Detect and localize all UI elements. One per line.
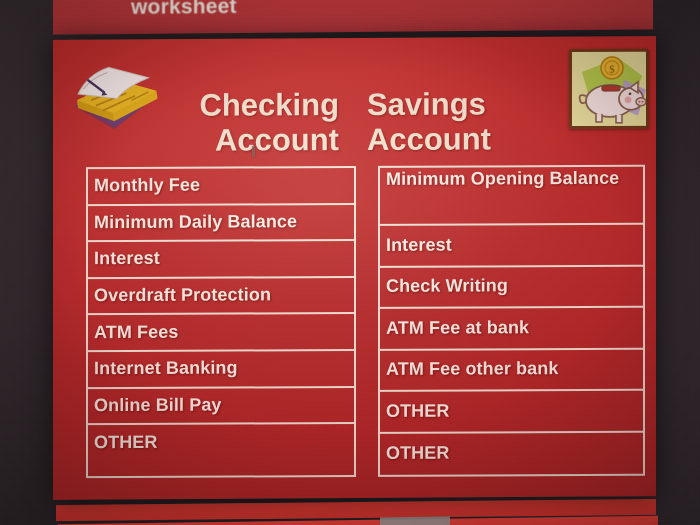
mouse-cursor: [252, 146, 255, 157]
account-titles: Checking Account Savings Account: [53, 86, 656, 159]
table-row: Overdraft Protection: [88, 277, 354, 316]
table-row: Online Bill Pay: [88, 387, 354, 426]
checking-account-title: Checking Account: [53, 87, 353, 159]
savings-title-line1: Savings: [367, 86, 486, 122]
projected-slide-photo: worksheet $ Checking Account Savings Acc…: [0, 0, 700, 525]
table-row: OTHER: [385, 442, 450, 463]
table-row: Interest: [379, 224, 643, 268]
svg-text:$: $: [609, 64, 615, 76]
checking-account-table: Monthly Fee Minimum Daily Balance Intere…: [86, 165, 356, 479]
savings-title-line2: Account: [367, 121, 491, 157]
checking-title-line1: Checking: [199, 87, 339, 123]
previous-slide-title: worksheet: [131, 0, 237, 19]
slide-header: $ Checking Account Savings Account: [53, 47, 656, 170]
table-row: OTHER: [379, 390, 643, 434]
table-row: Monthly Fee: [88, 168, 354, 206]
table-row: Minimum Daily Balance: [88, 204, 354, 243]
previous-slide-sliver: worksheet: [53, 0, 653, 35]
table-row: ATM Fee other bank: [379, 349, 643, 392]
table-row: ATM Fee at bank: [379, 307, 643, 351]
table-row: ATM Fees: [88, 314, 354, 353]
comparison-tables: Monthly Fee Minimum Daily Balance Intere…: [53, 164, 656, 479]
savings-account-table: Minimum Opening Balance Interest Check W…: [377, 164, 645, 477]
screen-edge-highlight: [380, 516, 450, 525]
table-row: Check Writing: [379, 266, 643, 309]
table-row: Internet Banking: [88, 350, 354, 389]
table-row: Interest: [88, 241, 354, 279]
table-row: OTHER: [94, 432, 158, 453]
main-slide: $ Checking Account Savings Account Month…: [53, 36, 656, 500]
table-row: Minimum Opening Balance: [379, 166, 643, 226]
checking-title-line2: Account: [215, 121, 339, 158]
savings-account-title: Savings Account: [353, 86, 653, 158]
